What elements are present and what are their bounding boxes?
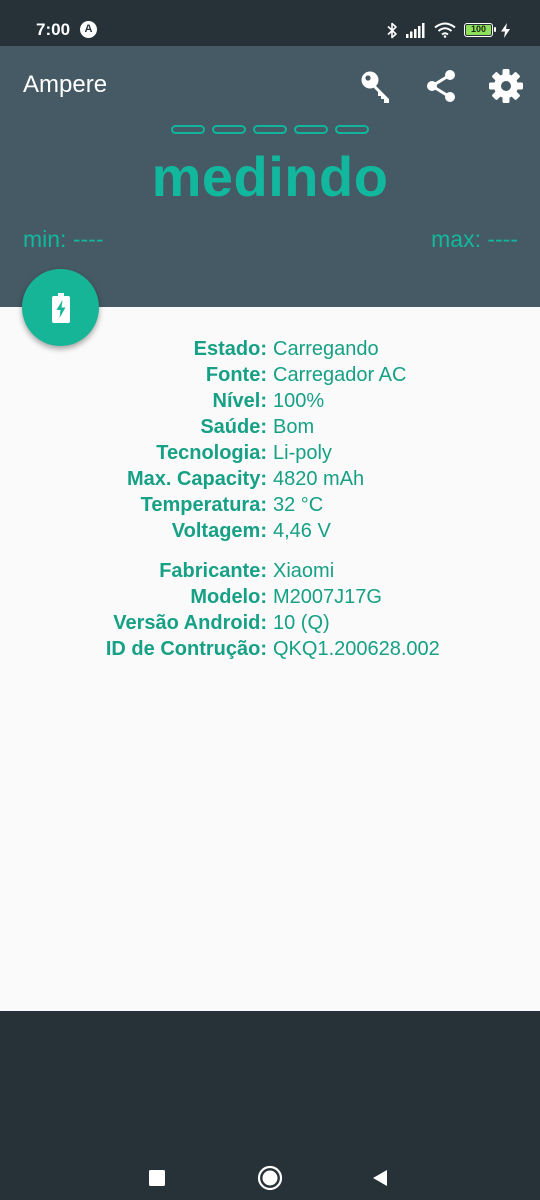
info-list: Estado: Carregando Fonte: Carregador AC …: [0, 336, 540, 662]
info-value: Li-poly: [273, 442, 332, 464]
max-reading: max: ----: [431, 226, 518, 252]
info-value: M2007J17G: [273, 586, 382, 608]
battery-status-icon: 100: [464, 23, 496, 37]
info-row-build-id: ID de Contrução: QKQ1.200628.002: [0, 636, 540, 662]
bluetooth-icon: [387, 22, 397, 38]
info-label: Saúde:: [200, 416, 267, 438]
current-reading: medindo: [151, 145, 389, 208]
info-value: Carregando: [273, 338, 379, 360]
key-icon: [361, 71, 389, 103]
share-button[interactable]: [419, 64, 463, 108]
info-value: 4,46 V: [273, 520, 331, 542]
info-label: Modelo:: [190, 586, 267, 608]
accessibility-badge-icon: A: [80, 21, 97, 38]
home-icon: [257, 1165, 283, 1191]
back-icon: [373, 1170, 387, 1186]
charge-meter-indicator: [171, 125, 369, 134]
info-row-modelo: Modelo: M2007J17G: [0, 584, 540, 610]
share-icon: [427, 70, 455, 102]
app-header: Ampere medindo min: ---- max: ----: [0, 46, 540, 307]
info-value: Xiaomi: [273, 560, 335, 582]
info-label: Tecnologia:: [156, 442, 267, 464]
info-row-android: Versão Android: 10 (Q): [0, 610, 540, 636]
recents-icon: [149, 1170, 165, 1186]
status-icons: 100: [386, 20, 510, 40]
signal-icon: [406, 22, 425, 38]
battery-fab-button[interactable]: [22, 269, 99, 346]
info-row-voltagem: Voltagem: 4,46 V: [0, 518, 540, 544]
info-label: Fabricante:: [159, 560, 267, 582]
home-button[interactable]: [246, 1154, 294, 1200]
info-row-saude: Saúde: Bom: [0, 414, 540, 440]
info-label: Fonte:: [205, 364, 267, 386]
battery-charging-icon: [51, 292, 70, 323]
meter-segment: [253, 125, 287, 134]
info-row-fabricante: Fabricante: Xiaomi: [0, 558, 540, 584]
info-label: Max. Capacity:: [126, 468, 267, 490]
meter-segment: [294, 125, 328, 134]
system-nav-bar: [0, 1011, 540, 1200]
info-value: QKQ1.200628.002: [273, 638, 440, 660]
info-row-fonte: Fonte: Carregador AC: [0, 362, 540, 388]
info-label: Versão Android:: [113, 612, 267, 634]
pro-key-button[interactable]: [354, 64, 398, 108]
info-value: 10 (Q): [273, 612, 330, 634]
info-row-capacity: Max. Capacity: 4820 mAh: [0, 466, 540, 492]
info-label: Nível:: [212, 390, 267, 412]
info-label: Temperatura:: [140, 494, 267, 516]
meter-segment: [335, 125, 369, 134]
info-label: ID de Contrução:: [105, 638, 267, 660]
info-value: Bom: [273, 416, 315, 438]
status-bar: 7:00 A 100: [0, 0, 540, 46]
battery-level: 100: [466, 25, 491, 35]
info-value: Carregador AC: [273, 364, 407, 386]
info-value: 4820 mAh: [273, 468, 365, 490]
recents-button[interactable]: [133, 1154, 181, 1200]
app-title: Ampere: [23, 71, 108, 98]
info-value: 100%: [273, 390, 325, 412]
charging-bolt-icon: [501, 22, 510, 38]
info-row-nivel: Nível: 100%: [0, 388, 540, 414]
meter-segment: [171, 125, 205, 134]
status-time: 7:00: [36, 20, 71, 39]
gear-icon: [489, 69, 523, 103]
back-button[interactable]: [356, 1154, 404, 1200]
info-value: 32 °C: [273, 494, 324, 516]
wifi-icon: [434, 22, 456, 38]
settings-button[interactable]: [484, 64, 528, 108]
battery-details-panel: Estado: Carregando Fonte: Carregador AC …: [0, 307, 540, 1011]
info-row-tecnologia: Tecnologia: Li-poly: [0, 440, 540, 466]
info-label: Voltagem:: [171, 520, 267, 542]
min-reading: min: ----: [23, 226, 104, 252]
info-row-temperatura: Temperatura: 32 °C: [0, 492, 540, 518]
meter-segment: [212, 125, 246, 134]
info-label: Estado:: [193, 338, 267, 360]
